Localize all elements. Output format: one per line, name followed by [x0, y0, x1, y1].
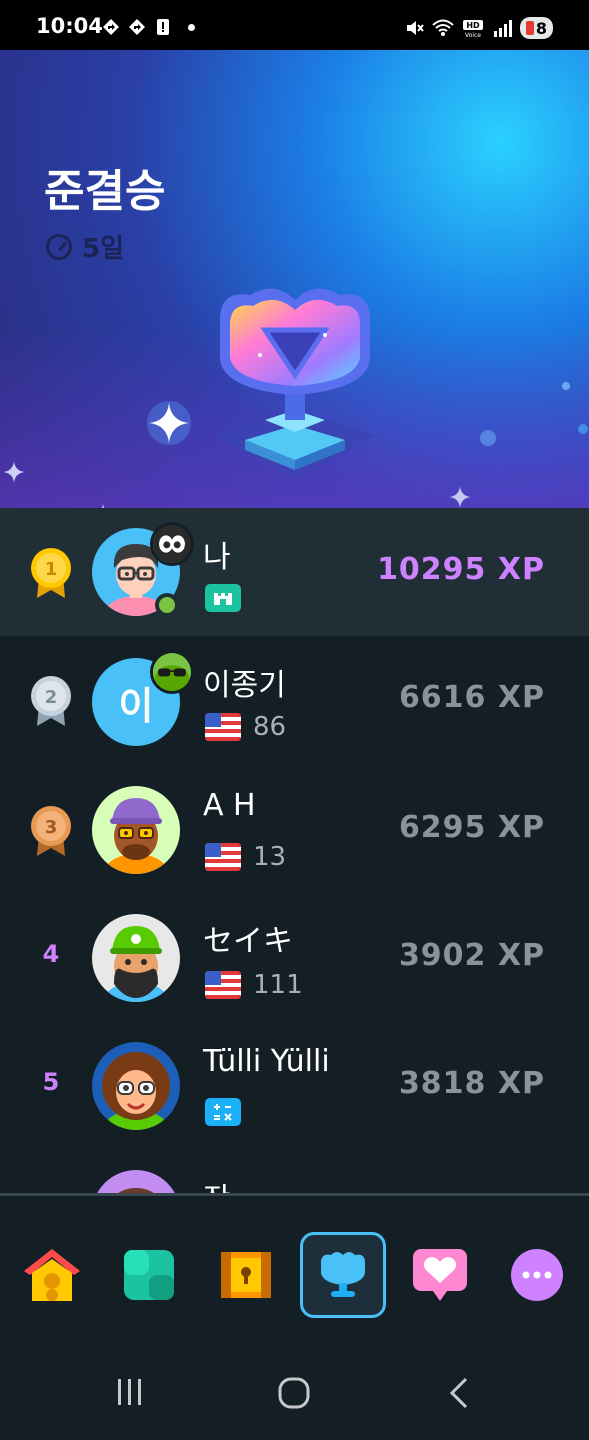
hd-voice-icon: HD Voice — [462, 20, 483, 38]
sparkle-icon — [147, 401, 191, 445]
nav-home[interactable] — [9, 1232, 95, 1318]
leaderboard-row[interactable]: 5 Tülli Yülli 3818 XP — [0, 1020, 589, 1148]
svg-text:2: 2 — [45, 687, 58, 708]
sunglasses-badge-icon — [150, 650, 194, 694]
nav-more[interactable] — [494, 1232, 580, 1318]
mute-icon — [406, 21, 424, 35]
more-icon — [511, 1249, 563, 1301]
clock-icon — [46, 233, 72, 260]
rank-number: 5 — [42, 1068, 60, 1096]
user-name: 나 — [203, 540, 231, 575]
user-name: セイキ — [203, 924, 293, 959]
streak-count: 13 — [253, 842, 287, 872]
recent-apps-icon[interactable] — [114, 1376, 146, 1408]
svg-text:Voice: Voice — [465, 32, 481, 38]
us-flag-icon — [205, 713, 241, 741]
online-status-dot — [155, 593, 179, 617]
avatar[interactable] — [92, 1170, 180, 1194]
user-name: 잔 — [203, 1174, 231, 1194]
us-flag-icon — [205, 971, 241, 999]
system-navigation-bar — [0, 1346, 589, 1440]
battery-level: 8 — [535, 18, 547, 38]
avatar[interactable] — [92, 914, 180, 1002]
avatar[interactable] — [92, 1042, 180, 1130]
svg-text:HD: HD — [466, 21, 480, 30]
home-button-icon[interactable] — [277, 1376, 311, 1410]
nav-leaderboard[interactable] — [300, 1232, 386, 1318]
bubble-icon — [578, 424, 588, 434]
leaderboard-row[interactable]: 3 A H 13 6295 XP — [0, 764, 589, 892]
xp-value: 6616 XP — [398, 680, 545, 715]
sparkle-icon — [449, 486, 471, 508]
heart-icon — [413, 1249, 467, 1301]
chest-icon — [221, 1252, 271, 1298]
math-course-icon — [205, 1098, 241, 1126]
user-name: A H — [203, 788, 256, 823]
home-icon — [24, 1249, 80, 1301]
user-sub: 111 — [205, 970, 303, 1000]
status-right-icons: HD Voice 8 — [404, 17, 553, 39]
user-sub: 13 — [205, 842, 286, 872]
xp-value: 6295 XP — [398, 810, 545, 845]
status-bar: 10:04 HD Voice 8 — [0, 0, 589, 50]
status-left-icons — [102, 18, 195, 36]
status-time: 10:04 — [36, 14, 103, 38]
streak-count: 111 — [253, 970, 303, 1000]
user-sub — [205, 584, 241, 612]
league-title: 준결승 — [44, 166, 166, 217]
leaderboard-row[interactable]: 잔 — [0, 1148, 589, 1194]
battery-icon: 8 — [519, 17, 553, 39]
trophy-icon — [215, 288, 375, 480]
alert-icon — [157, 19, 169, 35]
leaderboard-row-me[interactable]: 1 나 10295 XP — [0, 508, 589, 636]
rank-number: 4 — [42, 940, 60, 968]
leaderboard-list: 1 나 10295 XP 2 이 이종기 86 6616 XP 3 A H 13… — [0, 508, 589, 1194]
nav-hearts[interactable] — [397, 1232, 483, 1318]
bottom-navigation — [0, 1196, 589, 1346]
practice-icon — [124, 1250, 174, 1300]
xp-value: 3902 XP — [398, 938, 545, 973]
user-name: Tülli Yülli — [203, 1044, 330, 1079]
leaderboard-icon — [321, 1252, 365, 1297]
navigation-icon — [129, 19, 145, 35]
league-header: 준결승 5일 — [0, 50, 589, 508]
svg-text:3: 3 — [45, 817, 58, 838]
xp-value: 10295 XP — [377, 552, 545, 587]
sparkle-icon — [3, 461, 25, 483]
signal-icon — [493, 20, 512, 37]
user-name: 이종기 — [203, 668, 286, 703]
castle-course-icon — [205, 584, 241, 612]
days-remaining: 5일 — [46, 228, 124, 265]
streak-count: 86 — [253, 712, 287, 742]
sparkle-icon — [101, 503, 105, 508]
leaderboard-row[interactable]: 2 이 이종기 86 6616 XP — [0, 636, 589, 764]
bronze-medal-icon: 3 — [31, 806, 71, 856]
avatar[interactable] — [92, 786, 180, 874]
leaderboard-row[interactable]: 4 セイキ 111 3902 XP — [0, 892, 589, 1020]
us-flag-icon — [205, 843, 241, 871]
bubble-icon — [480, 430, 496, 446]
gold-medal-icon: 1 — [31, 548, 71, 598]
navigation-icon — [103, 19, 119, 35]
user-sub — [205, 1098, 241, 1126]
user-sub: 86 — [205, 712, 286, 742]
xp-value: 3818 XP — [398, 1066, 545, 1101]
bubble-icon — [562, 382, 570, 390]
back-icon[interactable] — [446, 1376, 474, 1410]
days-remaining-label: 5일 — [82, 234, 125, 264]
silver-medal-icon: 2 — [31, 676, 71, 726]
nav-practice[interactable] — [106, 1232, 192, 1318]
svg-text:1: 1 — [45, 559, 58, 580]
nav-chest[interactable] — [203, 1232, 289, 1318]
wifi-icon — [432, 19, 454, 36]
dot-icon — [188, 23, 195, 31]
eyes-badge-icon — [150, 522, 194, 566]
